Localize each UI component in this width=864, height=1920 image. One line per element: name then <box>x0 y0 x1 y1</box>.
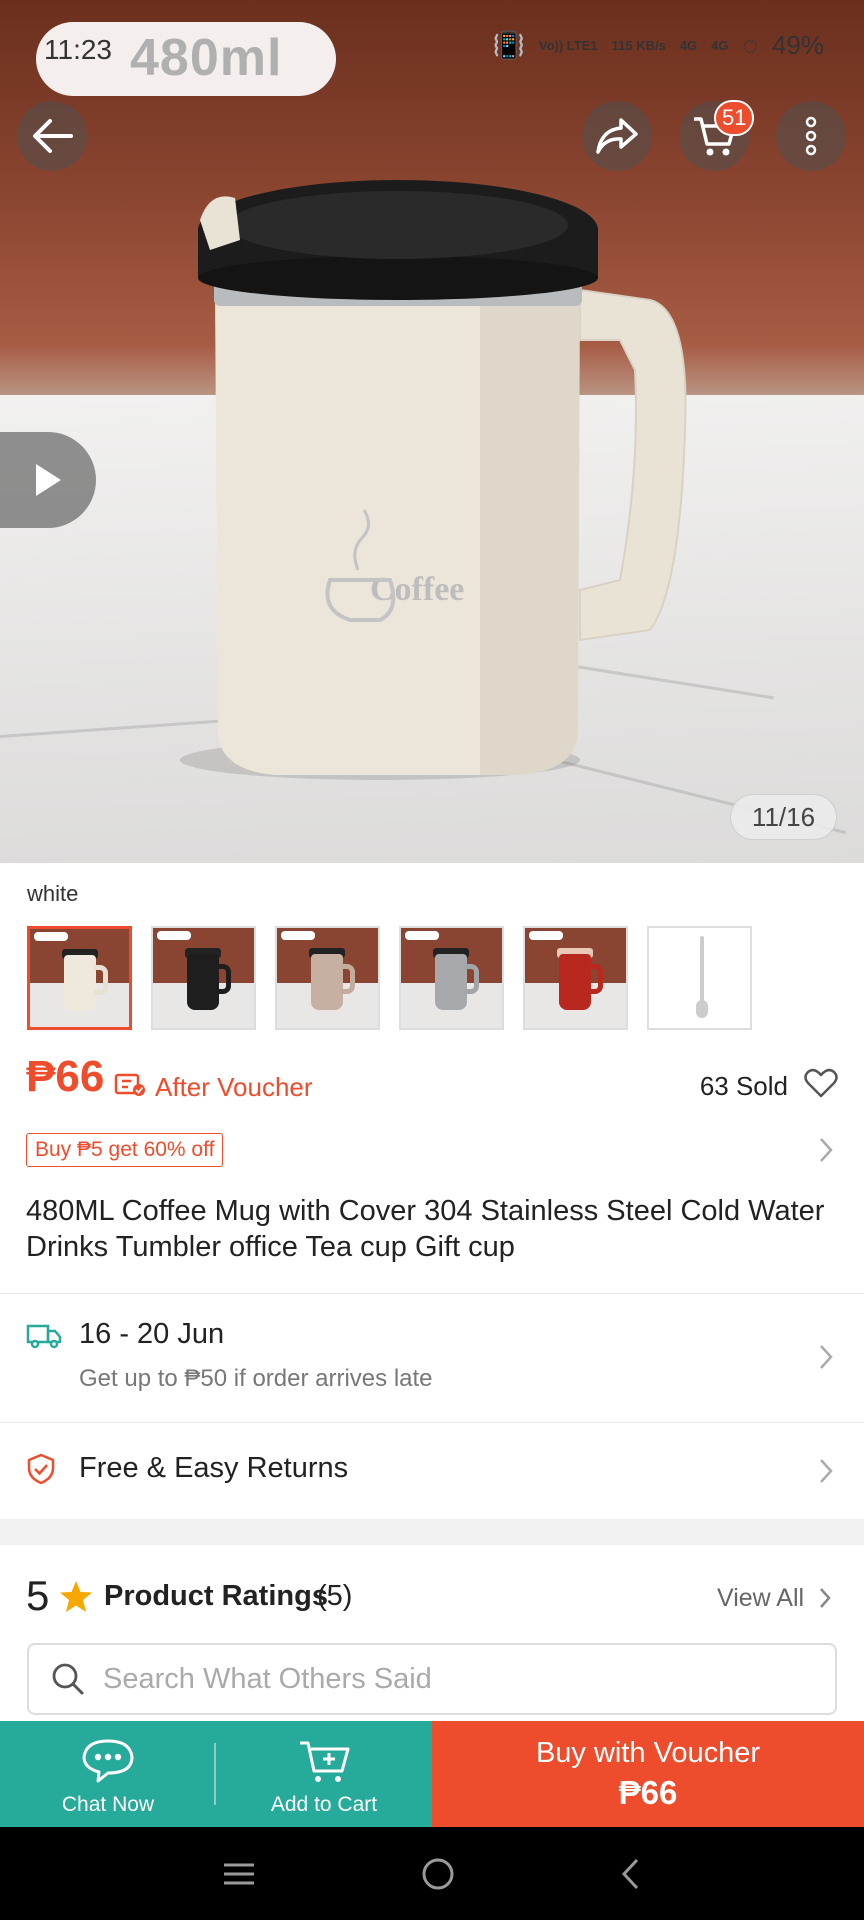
shield-check-icon <box>27 1453 55 1485</box>
chevron-right-icon <box>820 1459 833 1483</box>
image-counter: 11/16 <box>730 794 837 840</box>
more-options-button[interactable] <box>776 101 846 171</box>
product-title: 480ML Coffee Mug with Cover 304 Stainles… <box>26 1195 825 1263</box>
delivery-guarantee: Get up to ₱50 if order arrives late <box>79 1365 433 1392</box>
variant-thumb-grey[interactable] <box>399 926 504 1030</box>
add-cart-icon <box>300 1741 350 1782</box>
play-video-button[interactable] <box>0 432 96 528</box>
price: ₱66 <box>26 1052 105 1101</box>
vibrate-icon: 📳 <box>492 30 525 60</box>
delivery-date: 16 - 20 Jun <box>79 1318 225 1350</box>
cart-count-badge: 51 <box>714 100 755 136</box>
battery-percent: 49% <box>771 30 824 60</box>
after-voucher-label: After Voucher <box>155 1072 313 1102</box>
rating-score: 5 <box>26 1572 50 1619</box>
view-all-link[interactable]: View All <box>717 1584 804 1613</box>
variant-thumb-white[interactable] <box>27 926 132 1030</box>
share-button[interactable] <box>582 101 652 171</box>
buy-button-price: ₱66 <box>618 1773 678 1811</box>
sold-count: 63 Sold <box>699 1071 788 1101</box>
ratings-title: Product Ratings <box>104 1580 328 1612</box>
heart-icon[interactable] <box>804 1068 838 1098</box>
section-gap <box>0 1519 864 1545</box>
speed-label: 115 KB/s <box>611 37 666 53</box>
variant-thumb-red[interactable] <box>523 926 628 1030</box>
back-button[interactable] <box>17 101 87 171</box>
chevron-right-icon[interactable] <box>818 1136 834 1164</box>
home-icon[interactable] <box>420 1856 456 1892</box>
chevron-right-icon <box>820 1345 833 1369</box>
search-icon <box>52 1663 84 1695</box>
status-icons: 📳 Vo)) LTE1 115 KB/s 4G 4G ◌ 49% <box>492 30 824 61</box>
chat-icon <box>82 1739 134 1783</box>
review-search-box[interactable] <box>27 1643 837 1715</box>
system-navigation-bar <box>0 1827 864 1920</box>
ratings-count: (5) <box>317 1580 353 1612</box>
buy-with-voucher-button[interactable]: Buy with Voucher ₱66 <box>432 1721 864 1827</box>
chevron-right-icon[interactable] <box>818 1586 832 1610</box>
buy-button-label: Buy with Voucher <box>535 1736 761 1769</box>
star-icon <box>60 1581 92 1612</box>
svg-text:Coffee: Coffee <box>370 571 464 608</box>
menu-icon[interactable] <box>221 1860 257 1888</box>
size-overlay-text: 480ml <box>130 29 283 87</box>
bottom-action-bar: Chat Now Add to Cart Buy with Voucher ₱6… <box>0 1721 864 1827</box>
review-search-input[interactable] <box>103 1662 803 1696</box>
divider <box>0 1293 864 1294</box>
back-nav-icon[interactable] <box>619 1856 643 1892</box>
arrow-left-icon <box>33 119 73 153</box>
network-label: Vo)) LTE1 <box>538 37 598 53</box>
add-to-cart-button[interactable]: Add to Cart <box>216 1721 432 1827</box>
variant-thumbnails <box>27 926 752 1030</box>
signal-1-label: 4G <box>679 37 698 53</box>
more-vertical-icon <box>805 116 817 156</box>
status-bar: 480ml 11:23 📳 Vo)) LTE1 115 KB/s 4G 4G ◌… <box>0 0 864 100</box>
play-icon <box>36 464 61 496</box>
divider <box>0 1422 864 1423</box>
selected-variant-label: white <box>27 881 79 906</box>
clock: 11:23 <box>44 34 112 65</box>
chat-now-button[interactable]: Chat Now <box>0 1721 216 1827</box>
coffee-mug-image: Coffee <box>180 180 687 780</box>
chat-now-label: Chat Now <box>61 1793 155 1816</box>
share-icon <box>596 118 638 154</box>
add-to-cart-label: Add to Cart <box>270 1793 378 1816</box>
product-image-gallery[interactable]: Coffee 480ml 11:23 📳 Vo)) LTE1 115 KB/s … <box>0 0 864 863</box>
voucher-icon <box>114 1073 145 1096</box>
variant-thumb-black[interactable] <box>151 926 256 1030</box>
battery-icon: ◌ <box>742 30 758 60</box>
variant-thumb-spoon[interactable] <box>647 926 752 1030</box>
signal-2-label: 4G <box>711 37 729 53</box>
truck-icon <box>26 1324 62 1349</box>
returns-label: Free & Easy Returns <box>79 1452 349 1484</box>
variant-thumb-khaki[interactable] <box>275 926 380 1030</box>
promo-tag[interactable]: Buy ₱5 get 60% off <box>26 1133 224 1167</box>
